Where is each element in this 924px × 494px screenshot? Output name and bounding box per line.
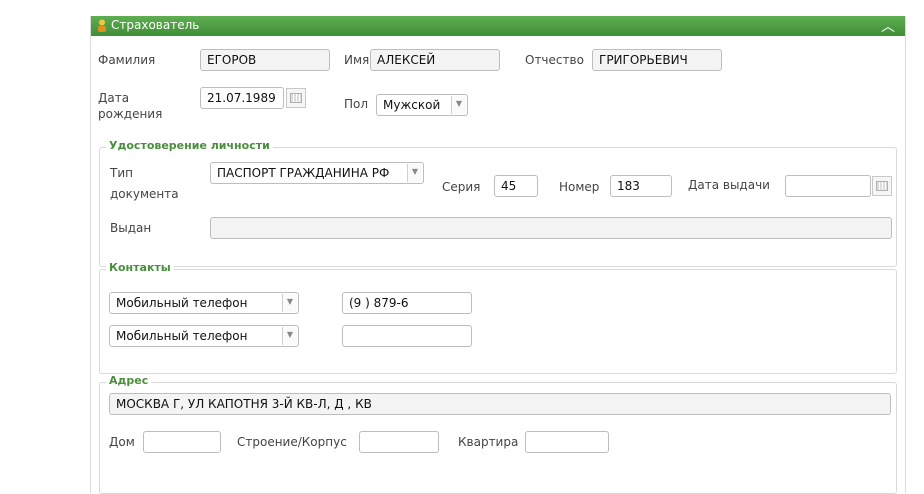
chevron-down-icon[interactable]: ▼ — [451, 96, 466, 114]
apartment-label: Квартира — [458, 435, 519, 449]
gender-value: Мужской — [383, 98, 441, 112]
policyholder-panel: Страхователь ︿ Фамилия ЕГОРОВ Имя АЛЕКСЕ… — [90, 16, 906, 494]
birth-date-field[interactable]: 21.07.1989 — [200, 87, 284, 109]
gender-select[interactable]: Мужской ▼ — [376, 94, 468, 116]
doc-type-value: ПАСПОРТ ГРАЖДАНИНА РФ — [217, 166, 390, 180]
user-icon — [98, 19, 106, 32]
building-label: Строение/Корпус — [237, 435, 347, 449]
contact-type-value: Мобильный телефон — [116, 296, 248, 310]
contact-value-field[interactable] — [342, 325, 472, 347]
house-label: Дом — [109, 435, 135, 449]
contacts-section: Контакты — [99, 261, 897, 374]
calendar-icon[interactable] — [872, 176, 892, 196]
address-legend: Адрес — [106, 374, 152, 387]
gender-label: Пол — [344, 97, 369, 111]
chevron-down-icon[interactable]: ▼ — [407, 164, 422, 182]
chevron-down-icon[interactable]: ▼ — [282, 327, 297, 345]
apartment-field[interactable] — [525, 431, 609, 453]
patronymic-field[interactable]: ГРИГОРЬЕВИЧ — [592, 49, 722, 71]
doc-type-label-line1: Тип — [110, 166, 133, 180]
doc-type-label-line2: документа — [110, 187, 179, 201]
birth-date-label-line1: Дата — [98, 91, 130, 105]
contact-type-value: Мобильный телефон — [116, 329, 248, 343]
panel-header: Страхователь ︿ — [91, 16, 905, 36]
series-label: Серия — [442, 180, 481, 194]
contact-type-select[interactable]: Мобильный телефон ▼ — [109, 325, 299, 347]
birth-date-label-line2: рождения — [98, 107, 163, 121]
series-field[interactable]: 45 — [494, 175, 538, 197]
house-field[interactable] — [143, 431, 221, 453]
contact-type-select[interactable]: Мобильный телефон ▼ — [109, 292, 299, 314]
address-field[interactable]: МОСКВА Г, УЛ КАПОТНЯ 3-Й КВ-Л, Д , КВ — [109, 393, 891, 415]
issue-date-label: Дата выдачи — [688, 178, 770, 192]
issued-by-label: Выдан — [110, 221, 152, 235]
chevron-up-icon[interactable]: ︿ — [881, 16, 895, 36]
contact-value-field[interactable]: (9 ) 879-6 — [342, 292, 472, 314]
number-field[interactable]: 183 — [610, 175, 672, 197]
panel-title: Страхователь — [111, 18, 200, 32]
contacts-legend: Контакты — [106, 261, 174, 274]
calendar-icon[interactable] — [286, 88, 306, 108]
chevron-down-icon[interactable]: ▼ — [282, 294, 297, 312]
identity-legend: Удостоверение личности — [106, 139, 273, 152]
number-label: Номер — [559, 180, 600, 194]
first-name-field[interactable]: АЛЕКСЕЙ — [370, 49, 500, 71]
issued-by-field[interactable] — [210, 217, 892, 239]
first-name-label: Имя — [344, 53, 370, 67]
issue-date-field[interactable] — [785, 175, 871, 197]
doc-type-select[interactable]: ПАСПОРТ ГРАЖДАНИНА РФ ▼ — [210, 162, 424, 184]
last-name-label: Фамилия — [98, 53, 156, 67]
patronymic-label: Отчество — [525, 53, 584, 67]
building-field[interactable] — [359, 431, 439, 453]
last-name-field[interactable]: ЕГОРОВ — [200, 49, 330, 71]
